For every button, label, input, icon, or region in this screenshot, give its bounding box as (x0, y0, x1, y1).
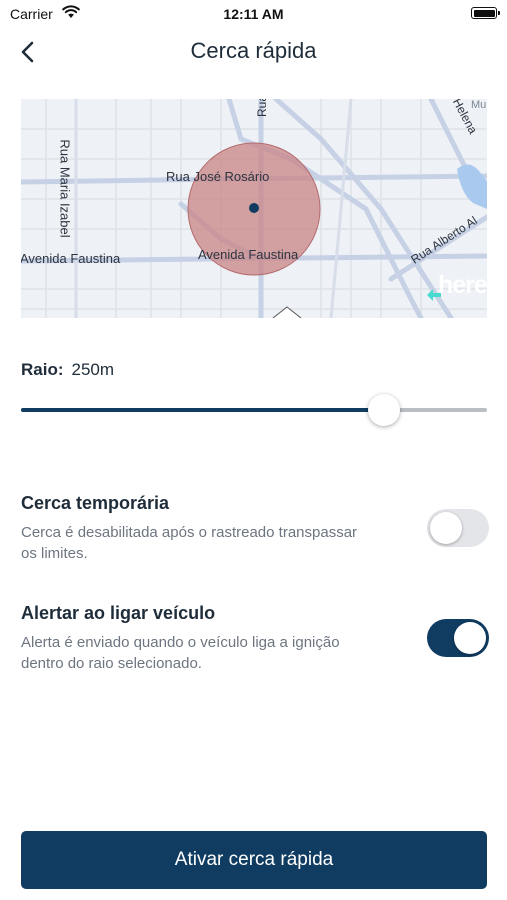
clock: 12:11 AM (223, 6, 284, 22)
temporary-fence-toggle[interactable] (427, 509, 489, 547)
setting-title: Alertar ao ligar veículo (21, 603, 216, 623)
map-roads (21, 99, 487, 318)
toggle-knob (454, 622, 486, 654)
setting-temporary-fence: Cerca temporária Cerca é desabilitada ap… (21, 493, 489, 564)
setting-description: Cerca é desabilitada após o rastreado tr… (21, 524, 358, 562)
vehicle-marker-icon (249, 203, 259, 213)
radius-value: 250m (71, 360, 115, 379)
map-view[interactable]: Rua José Rosário Avenida Faustina Avenid… (21, 99, 487, 318)
radius-row: Raio: 250m (21, 360, 114, 380)
activate-fence-button[interactable]: Ativar cerca rápida (21, 831, 487, 889)
radius-slider[interactable] (21, 392, 487, 428)
page-title: Cerca rápida (190, 38, 317, 63)
battery-icon (471, 7, 500, 19)
radius-label: Raio: (21, 360, 64, 379)
setting-ignition-alert: Alertar ao ligar veículo Alerta é enviad… (21, 603, 489, 674)
nav-bar: Cerca rápida (0, 28, 507, 76)
street-label: Mu (471, 99, 487, 111)
ignition-alert-toggle[interactable] (427, 619, 489, 657)
setting-title: Cerca temporária (21, 493, 170, 513)
slider-thumb[interactable] (368, 394, 401, 426)
here-logo: here (425, 271, 487, 303)
street-label: Rua Maria Izabel (57, 139, 73, 238)
here-logo-text: here (438, 271, 487, 299)
street-label: Avenida Faustina (21, 251, 121, 266)
street-label: Rua José Rosário (166, 169, 270, 184)
status-bar: Carrier 12:11 AM (0, 0, 507, 28)
street-label: Avenida Faustina (198, 247, 299, 262)
setting-description: Alerta é enviado quando o veículo liga a… (21, 634, 340, 672)
toggle-knob (430, 512, 462, 544)
street-label: Rua (255, 99, 270, 118)
slider-fill (21, 408, 385, 412)
